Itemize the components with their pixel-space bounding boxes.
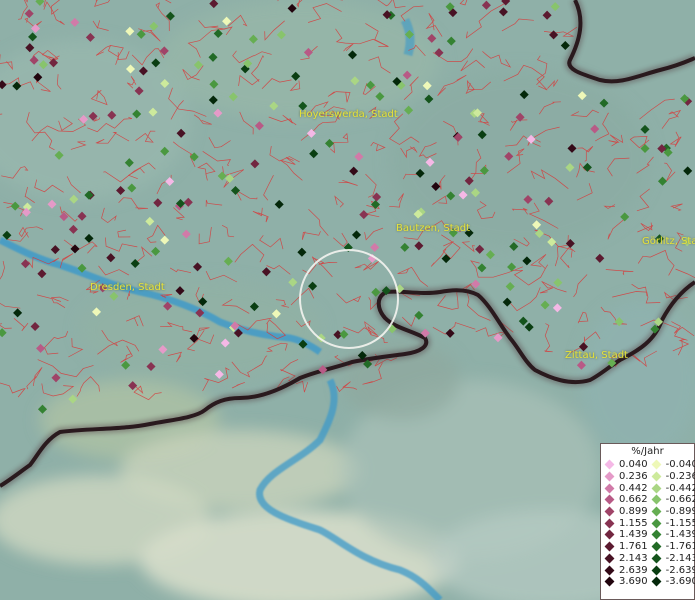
legend-swatch xyxy=(651,506,662,517)
legend-value: -2.639 xyxy=(665,564,695,576)
legend-entry-negative: -3.690 xyxy=(648,576,695,587)
legend-row: 0.040 -0.040 xyxy=(601,459,695,471)
legend-value: 2.639 xyxy=(619,564,648,576)
legend-value: 0.442 xyxy=(619,482,648,494)
legend-swatch xyxy=(604,576,615,587)
legend-entry-negative: -2.143 xyxy=(648,553,695,564)
legend-entry-negative: -2.639 xyxy=(648,565,695,576)
legend-row: 0.236 -0.236 xyxy=(601,471,695,483)
legend-value: 0.040 xyxy=(619,459,648,471)
legend-swatch xyxy=(604,518,615,529)
legend-entry-positive: 3.690 xyxy=(601,576,648,587)
legend-value: -0.040 xyxy=(665,459,695,471)
legend-value: 1.155 xyxy=(619,517,648,529)
map-canvas xyxy=(0,0,695,600)
legend-value: -3.690 xyxy=(665,576,695,588)
legend-row: 0.899 -0.899 xyxy=(601,506,695,518)
legend-entry-negative: -0.899 xyxy=(648,506,695,517)
legend-swatch xyxy=(604,541,615,552)
legend-swatch xyxy=(651,518,662,529)
legend-value: -1.439 xyxy=(665,529,695,541)
legend-swatch xyxy=(604,471,615,482)
legend-value: 3.690 xyxy=(619,576,648,588)
legend-entry-positive: 0.662 xyxy=(601,494,648,505)
legend-row: 0.662 -0.662 xyxy=(601,494,695,506)
legend-value: 0.662 xyxy=(619,494,648,506)
legend-row: 1.761 -1.761 xyxy=(601,541,695,553)
legend-entry-positive: 0.236 xyxy=(601,471,648,482)
legend-row: 2.639 -2.639 xyxy=(601,564,695,576)
legend-entry-positive: 1.439 xyxy=(601,529,648,540)
legend-entry-positive: 0.442 xyxy=(601,483,648,494)
city-label-dresden: Dresden, Stadt xyxy=(90,282,165,293)
map-legend: %/Jahr 0.040 -0.040 0.236 -0.236 0.442 -0.442… xyxy=(600,443,695,600)
city-label-goerlitz: Görlitz, Stadt xyxy=(642,236,695,247)
legend-entry-negative: -1.439 xyxy=(648,529,695,540)
legend-swatch xyxy=(604,494,615,505)
legend-entry-negative: -0.662 xyxy=(648,494,695,505)
legend-swatch xyxy=(651,483,662,494)
legend-swatch xyxy=(651,553,662,564)
legend-value: -0.899 xyxy=(665,506,695,518)
legend-value: -0.662 xyxy=(665,494,695,506)
legend-row: 2.143 -2.143 xyxy=(601,553,695,565)
legend-swatch xyxy=(651,530,662,540)
legend-row: 0.442 -0.442 xyxy=(601,482,695,494)
legend-swatch xyxy=(604,459,615,470)
legend-swatch xyxy=(651,565,662,575)
legend-entry-negative: -1.761 xyxy=(648,541,695,552)
legend-entry-negative: -1.155 xyxy=(648,518,695,529)
legend-entry-positive: 2.639 xyxy=(601,565,648,576)
legend-row: 3.690 -3.690 xyxy=(601,576,695,588)
legend-swatch xyxy=(604,506,615,517)
legend-value: 2.143 xyxy=(619,552,648,564)
legend-title: %/Jahr xyxy=(631,446,664,457)
legend-rows: 0.040 -0.040 0.236 -0.236 0.442 -0.442 0.662 -0… xyxy=(601,459,695,588)
legend-entry-negative: -0.236 xyxy=(648,471,695,482)
legend-swatch xyxy=(651,494,662,505)
legend-entry-negative: -0.442 xyxy=(648,483,695,494)
legend-value: -1.155 xyxy=(665,517,695,529)
legend-swatch xyxy=(651,471,662,482)
city-label-bautzen: Bautzen, Stadt xyxy=(396,223,471,234)
legend-entry-positive: 1.155 xyxy=(601,518,648,529)
legend-value: -1.761 xyxy=(665,541,695,553)
legend-swatch xyxy=(604,483,615,494)
legend-value: 1.439 xyxy=(619,529,648,541)
map-view[interactable]: Hoyerswerda, Stadt Bautzen, Stadt Görlit… xyxy=(0,0,695,600)
legend-value: -0.236 xyxy=(665,471,695,483)
legend-value: -0.442 xyxy=(665,482,695,494)
legend-value: 0.899 xyxy=(619,506,648,518)
legend-entry-negative: -0.040 xyxy=(648,459,695,470)
legend-row: 1.439 -1.439 xyxy=(601,529,695,541)
legend-value: -2.143 xyxy=(665,552,695,564)
legend-row: 1.155 -1.155 xyxy=(601,517,695,529)
legend-entry-positive: 2.143 xyxy=(601,553,648,564)
legend-swatch xyxy=(604,530,615,540)
city-label-zittau: Zittau, Stadt xyxy=(565,350,628,361)
legend-swatch xyxy=(651,576,662,587)
legend-swatch xyxy=(651,459,662,470)
legend-value: 1.761 xyxy=(619,541,648,553)
legend-swatch xyxy=(604,565,615,575)
legend-swatch xyxy=(604,553,615,564)
legend-entry-positive: 0.040 xyxy=(601,459,648,470)
legend-swatch xyxy=(651,541,662,552)
legend-entry-positive: 1.761 xyxy=(601,541,648,552)
city-label-hoyerswerda: Hoyerswerda, Stadt xyxy=(299,109,398,120)
legend-value: 0.236 xyxy=(619,471,648,483)
legend-entry-positive: 0.899 xyxy=(601,506,648,517)
